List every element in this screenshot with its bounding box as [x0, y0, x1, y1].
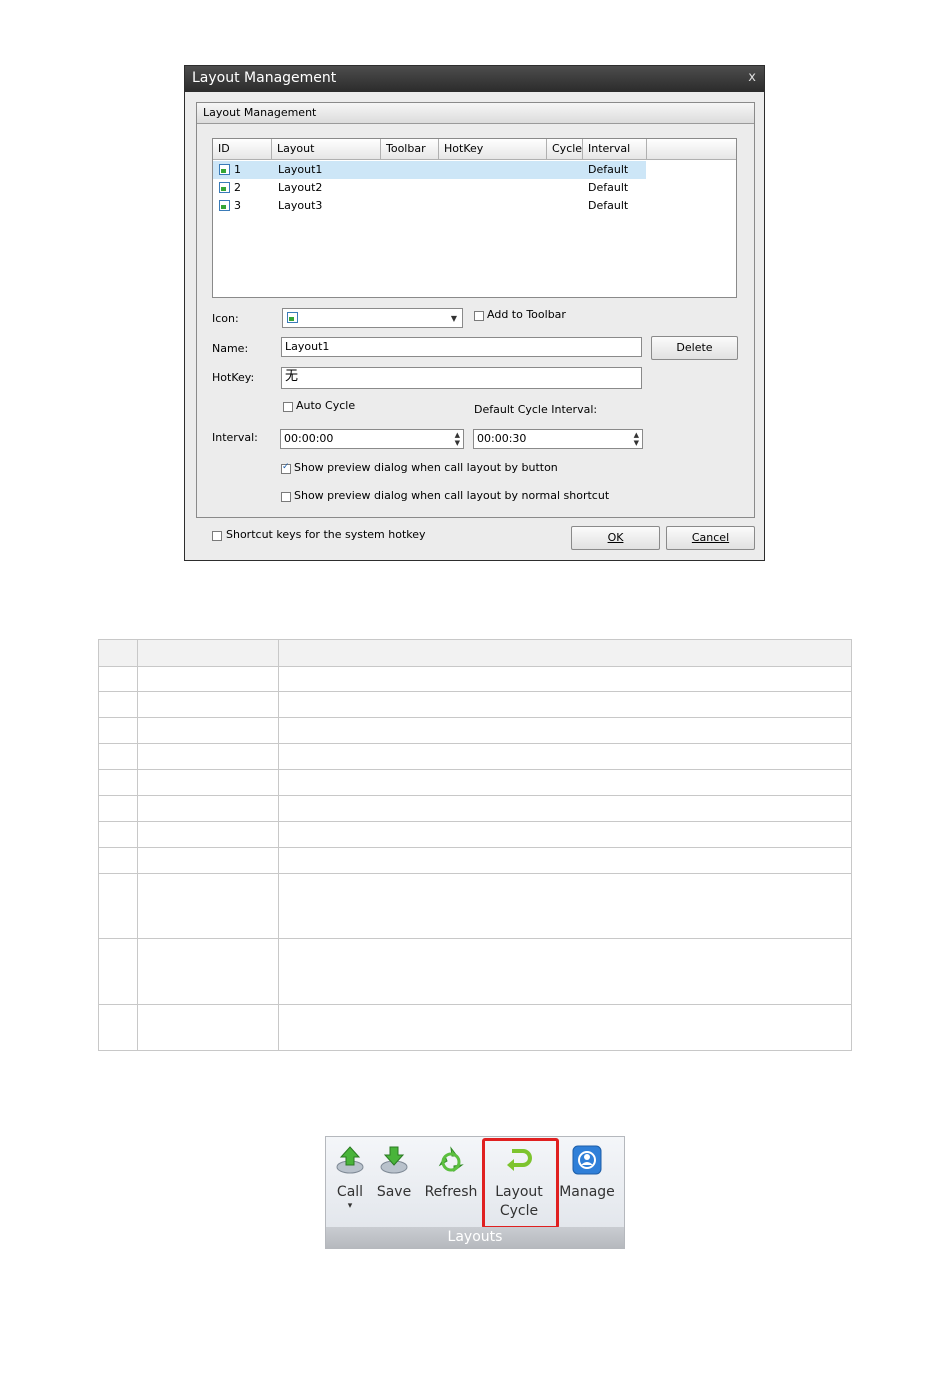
save-icon	[379, 1145, 409, 1175]
auto-cycle-label: Auto Cycle	[296, 399, 356, 412]
layout-icon	[287, 312, 298, 323]
system-hotkey-label: Shortcut keys for the system hotkey	[226, 528, 426, 541]
chevron-down-icon: ▼	[450, 314, 457, 323]
layout-management-group: Layout Management ID Layout Toolbar HotK…	[196, 102, 755, 518]
refresh-label: Refresh	[424, 1184, 478, 1200]
interval-label: Interval:	[212, 431, 258, 444]
dialog-title: Layout Management	[192, 70, 337, 86]
preview-button-label: Show preview dialog when call layout by …	[294, 461, 558, 474]
group-header: Layout Management	[197, 103, 754, 124]
interval-spinbox[interactable]: 00:00:00 ▲ ▼	[280, 429, 464, 449]
layout-icon	[219, 182, 230, 193]
list-item[interactable]: 3 Layout3 Default	[213, 197, 646, 215]
table-row	[99, 821, 851, 822]
table-row	[99, 1004, 851, 1005]
preview-shortcut-label: Show preview dialog when call layout by …	[294, 489, 610, 502]
table-divider	[278, 640, 279, 1050]
row-layout: Layout3	[278, 199, 323, 212]
layouts-ribbon-group: Call ▾ Save Refresh Layout Cycle Manage …	[325, 1136, 625, 1249]
table-row	[99, 847, 851, 848]
list-header: ID Layout Toolbar HotKey Cycle Interval	[213, 139, 736, 160]
table-header	[99, 640, 851, 667]
table-row	[99, 938, 851, 939]
row-layout: Layout2	[278, 181, 323, 194]
table-row	[99, 717, 851, 718]
parameter-table	[98, 639, 852, 1051]
table-divider	[137, 640, 138, 1050]
manage-icon	[572, 1145, 602, 1175]
list-item[interactable]: 2 Layout2 Default	[213, 179, 646, 197]
icon-select[interactable]: ▼	[282, 308, 463, 328]
row-id: 3	[234, 199, 241, 212]
manage-button[interactable]: Manage	[558, 1145, 616, 1202]
table-row	[99, 769, 851, 770]
hotkey-field[interactable]: 无	[281, 367, 642, 389]
layout-list[interactable]: ID Layout Toolbar HotKey Cycle Interval …	[212, 138, 737, 298]
row-id: 2	[234, 181, 241, 194]
spinner-arrows-icon[interactable]: ▲ ▼	[634, 431, 639, 447]
col-header-layout[interactable]: Layout	[272, 139, 381, 159]
highlight-box	[482, 1138, 559, 1229]
group-title: Layout Management	[203, 106, 317, 119]
table-row	[99, 691, 851, 692]
cancel-button[interactable]: Cancel	[666, 526, 755, 550]
list-item[interactable]: 1 Layout1 Default	[213, 161, 646, 179]
default-cycle-spinbox[interactable]: 00:00:30 ▲ ▼	[473, 429, 643, 449]
call-button[interactable]: Call ▾	[332, 1145, 368, 1211]
table-row	[99, 795, 851, 796]
chevron-down-icon[interactable]: ▾	[332, 1202, 368, 1211]
save-button[interactable]: Save	[374, 1145, 414, 1202]
name-field[interactable]: Layout1	[281, 337, 642, 357]
layout-management-dialog: Layout Management x Layout Management ID…	[184, 65, 765, 561]
delete-button[interactable]: Delete	[651, 336, 738, 360]
col-header-interval[interactable]: Interval	[583, 139, 647, 159]
layout-icon	[219, 200, 230, 211]
spinner-arrows-icon[interactable]: ▲ ▼	[455, 431, 460, 447]
interval-value: 00:00:00	[284, 432, 334, 445]
row-layout: Layout1	[278, 163, 323, 176]
col-header-cycle[interactable]: Cycle	[547, 139, 583, 159]
ok-button[interactable]: OK	[571, 526, 660, 550]
dialog-titlebar[interactable]: Layout Management x	[185, 66, 764, 92]
ribbon-group-label: Layouts	[326, 1227, 624, 1248]
layout-icon	[219, 164, 230, 175]
default-cycle-value: 00:00:30	[477, 432, 527, 445]
preview-button-checkbox[interactable]	[281, 462, 291, 474]
icon-label: Icon:	[212, 312, 239, 325]
auto-cycle-checkbox[interactable]	[283, 402, 293, 412]
add-to-toolbar-label: Add to Toolbar	[487, 308, 566, 321]
save-label: Save	[376, 1184, 412, 1200]
hotkey-label: HotKey:	[212, 371, 255, 384]
col-header-toolbar[interactable]: Toolbar	[381, 139, 439, 159]
refresh-icon	[436, 1145, 466, 1175]
row-interval: Default	[588, 199, 629, 212]
row-id: 1	[234, 163, 241, 176]
default-cycle-label: Default Cycle Interval:	[474, 403, 598, 416]
table-row	[99, 873, 851, 874]
refresh-button[interactable]: Refresh	[423, 1145, 479, 1202]
system-hotkey-checkbox[interactable]	[212, 531, 222, 541]
call-label: Call	[336, 1184, 364, 1200]
col-header-hotkey[interactable]: HotKey	[439, 139, 547, 159]
row-interval: Default	[588, 181, 629, 194]
table-row	[99, 743, 851, 744]
close-icon[interactable]: x	[748, 70, 756, 85]
col-header-id[interactable]: ID	[213, 139, 272, 159]
call-icon	[335, 1145, 365, 1175]
name-label: Name:	[212, 342, 249, 355]
row-interval: Default	[588, 163, 629, 176]
preview-shortcut-checkbox[interactable]	[281, 492, 291, 502]
add-to-toolbar-checkbox[interactable]	[474, 311, 484, 321]
manage-label: Manage	[559, 1184, 615, 1200]
